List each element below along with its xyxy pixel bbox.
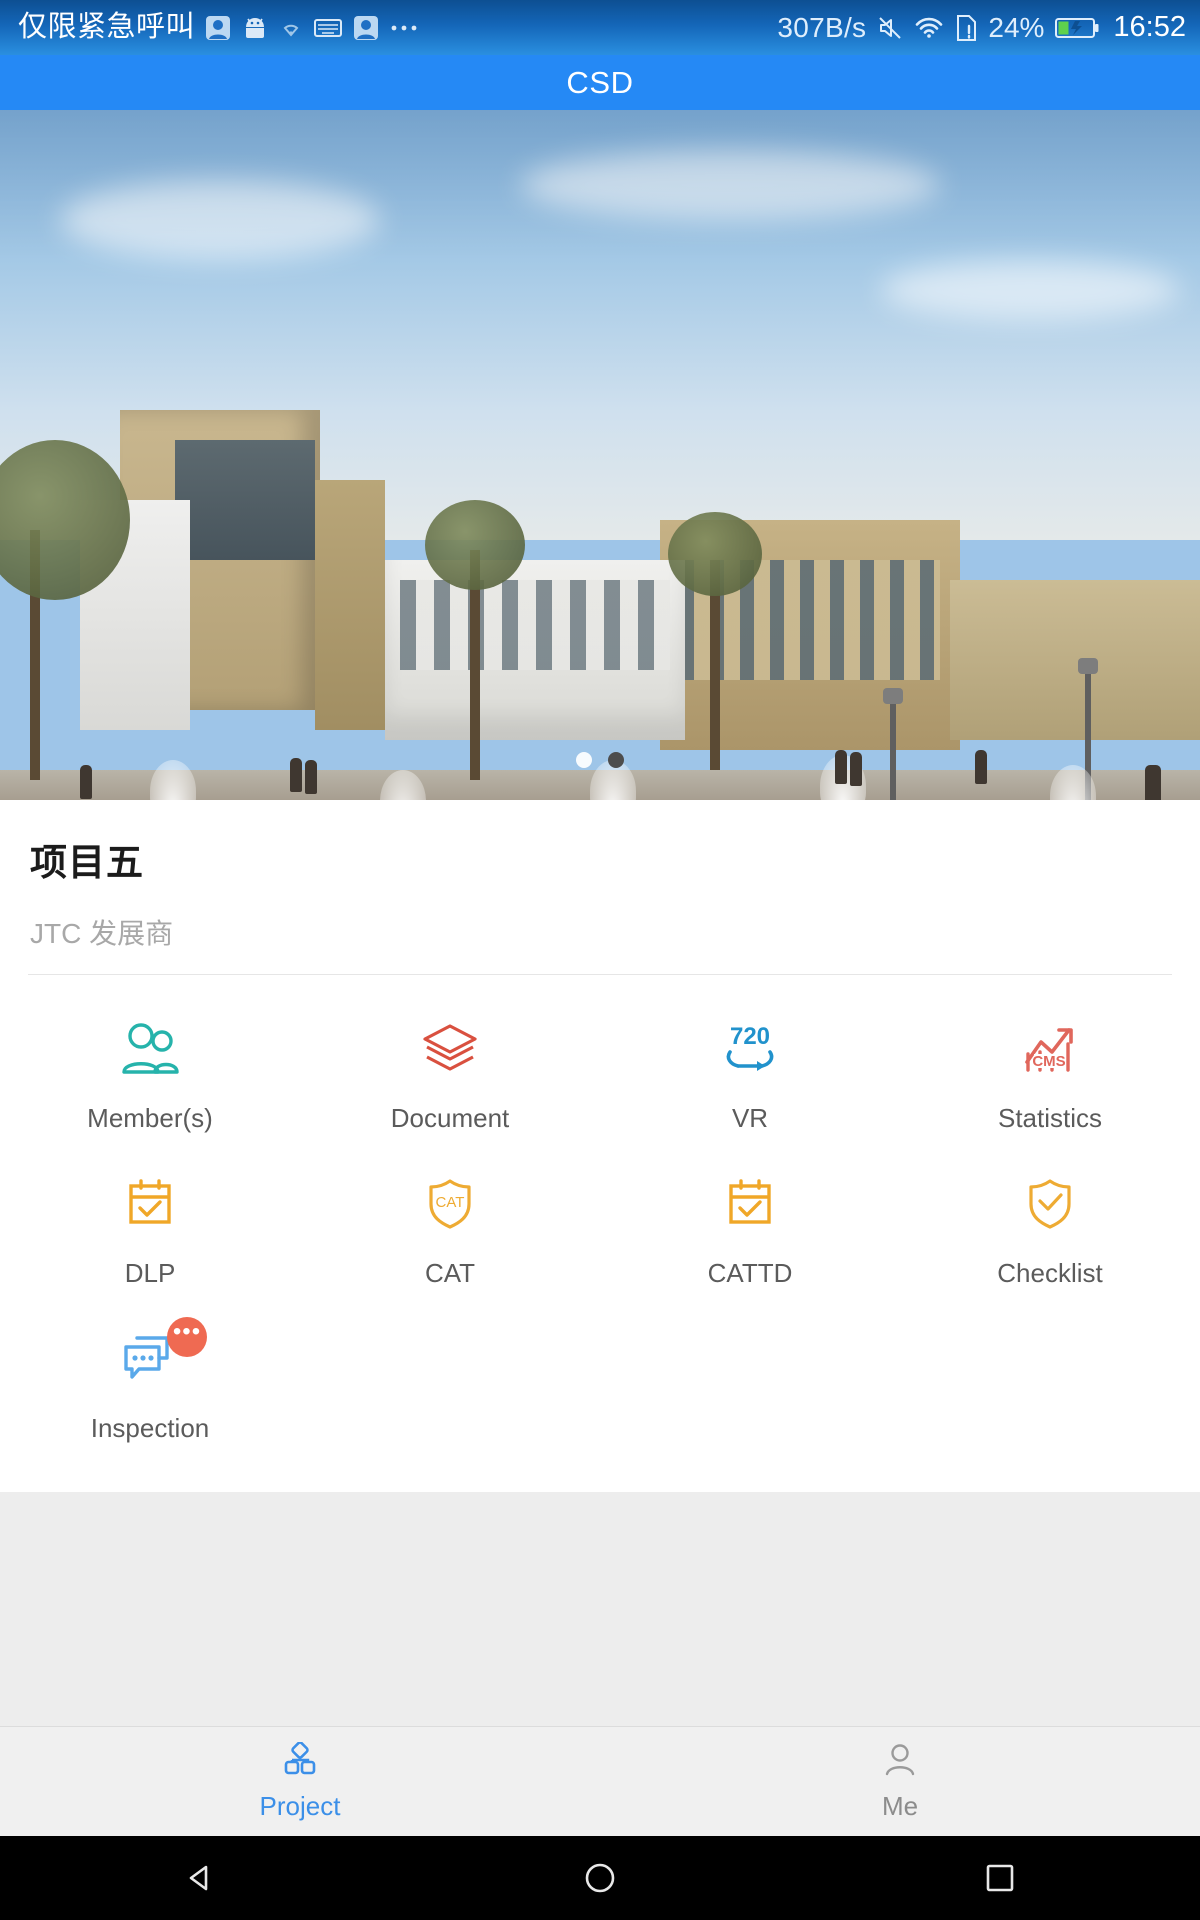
- back-triangle-icon[interactable]: [170, 1848, 230, 1908]
- project-image-carousel[interactable]: [0, 110, 1200, 800]
- module-label: CATTD: [707, 1258, 793, 1288]
- module-grid: Member(s) Document 720 VR CMS Statistics…: [0, 975, 1200, 1458]
- tab-label: Project: [259, 1790, 341, 1821]
- project-subtitle: JTC 发展商: [30, 918, 174, 949]
- home-circle-icon[interactable]: [570, 1848, 630, 1908]
- main-content: 项目五 JTC 发展商 Member(s) Document 720 VR CM…: [0, 800, 1200, 1726]
- project-title: 项目五: [30, 842, 144, 883]
- carousel-dot-2[interactable]: [608, 752, 624, 768]
- carousel-dots[interactable]: [0, 752, 1200, 768]
- module-cattd[interactable]: CATTD: [600, 1148, 900, 1303]
- carousel-slide-image: [0, 110, 1200, 800]
- bottom-tab-bar: Project Me: [0, 1726, 1200, 1836]
- members-icon: [119, 1017, 181, 1081]
- module-statistics[interactable]: CMS Statistics: [900, 993, 1200, 1148]
- mute-icon: [877, 15, 903, 41]
- network-speed-label: 307B/s: [777, 11, 867, 43]
- wifi-icon: [914, 16, 944, 40]
- app-notification-icon: [204, 14, 232, 42]
- module-vr[interactable]: 720 VR: [600, 993, 900, 1148]
- module-label: Statistics: [997, 1103, 1103, 1133]
- app-notification-icon: [352, 14, 380, 42]
- shield-cat-icon: CAT: [419, 1172, 481, 1236]
- module-members[interactable]: Member(s): [0, 993, 300, 1148]
- battery-charging-icon: [1055, 16, 1099, 40]
- svg-text:CAT: CAT: [436, 1194, 465, 1211]
- module-label: CAT: [424, 1258, 476, 1288]
- module-label: Checklist: [997, 1258, 1103, 1288]
- tab-me[interactable]: Me: [600, 1742, 1200, 1822]
- project-card: 项目五 JTC 发展商 Member(s) Document 720 VR CM…: [0, 800, 1200, 1492]
- document-layers-icon: [419, 1017, 481, 1081]
- person-icon: [883, 1742, 917, 1781]
- carousel-dot-1[interactable]: [576, 752, 592, 768]
- recents-square-icon[interactable]: [970, 1848, 1030, 1908]
- status-bar-left: 仅限紧急呼叫: [18, 13, 419, 42]
- module-label: Inspection: [90, 1413, 210, 1443]
- module-label: Member(s): [87, 1103, 213, 1133]
- status-bar: 仅限紧急呼叫 307B/s 24% 16:52: [0, 0, 1200, 55]
- module-label: DLP: [124, 1258, 176, 1288]
- calendar-check-icon: [119, 1172, 181, 1236]
- wifi-weak-icon: [278, 16, 304, 40]
- inspection-badge: •••: [167, 1317, 207, 1357]
- svg-text:CMS: CMS: [1032, 1053, 1065, 1070]
- module-cat[interactable]: CAT CAT: [300, 1148, 600, 1303]
- content-spacer: [0, 1492, 1200, 1726]
- hierarchy-icon: [282, 1740, 318, 1781]
- keyboard-icon: [313, 16, 343, 40]
- shield-check-icon: [1019, 1172, 1081, 1236]
- svg-text:720: 720: [730, 1023, 770, 1050]
- carrier-label: 仅限紧急呼叫: [18, 11, 196, 43]
- module-inspection[interactable]: ••• Inspection: [0, 1303, 300, 1458]
- module-checklist[interactable]: Checklist: [900, 1148, 1200, 1303]
- vr-720-icon: 720: [717, 1017, 783, 1081]
- android-icon: [241, 16, 269, 40]
- page-title: CSD: [566, 64, 634, 100]
- app-bar: CSD: [0, 55, 1200, 110]
- module-label: Document: [390, 1103, 510, 1133]
- chat-bubbles-icon: •••: [117, 1317, 207, 1391]
- more-notifications-icon: [389, 22, 419, 34]
- sim-card-alert-icon: [955, 14, 977, 42]
- status-bar-right: 307B/s 24% 16:52: [777, 11, 1186, 44]
- calendar-check-icon: [719, 1172, 781, 1236]
- phone-screen: 仅限紧急呼叫 307B/s 24% 16:52 CSD 项目五 JTC 发展商 …: [0, 0, 1200, 1920]
- module-dlp[interactable]: DLP: [0, 1148, 300, 1303]
- tab-project[interactable]: Project: [0, 1740, 600, 1822]
- battery-percent-label: 24%: [988, 11, 1045, 43]
- statistics-cms-chart-icon: CMS: [1019, 1017, 1081, 1081]
- tab-label: Me: [881, 1790, 919, 1821]
- clock-label: 16:52: [1113, 11, 1186, 43]
- android-nav-bar: [0, 1836, 1200, 1920]
- module-document[interactable]: Document: [300, 993, 600, 1148]
- module-label: VR: [731, 1103, 769, 1133]
